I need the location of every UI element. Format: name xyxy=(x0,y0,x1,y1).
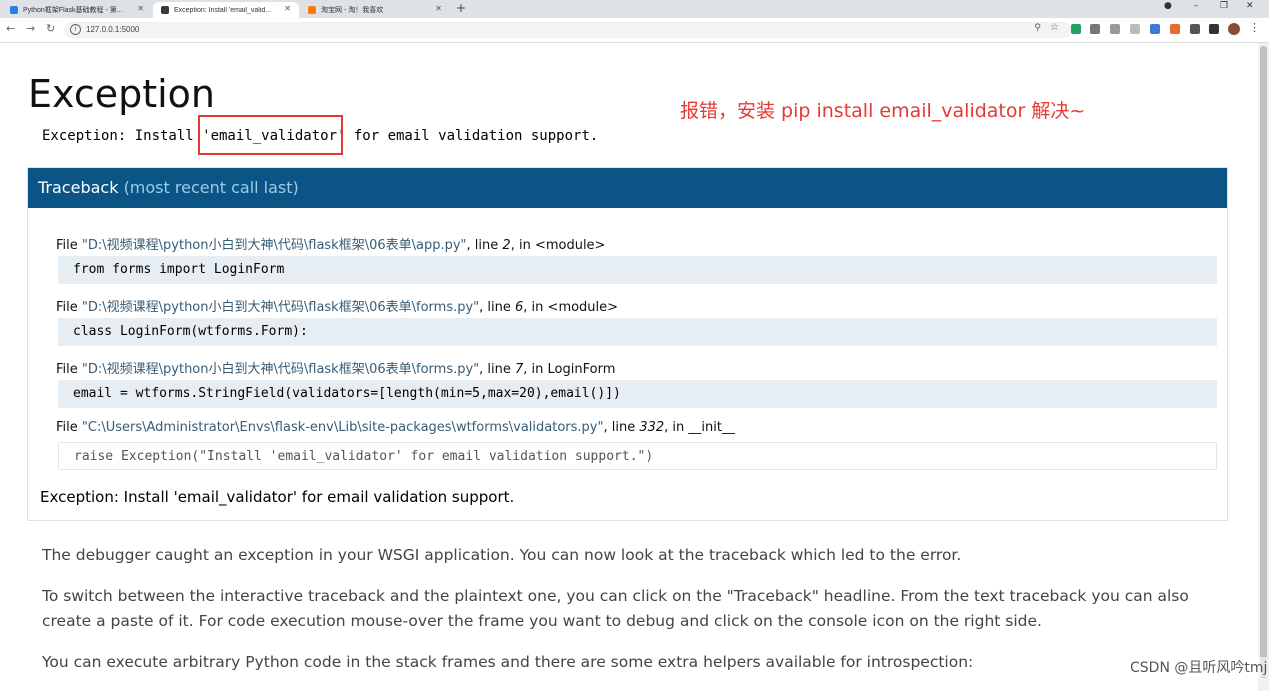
frame-code[interactable]: email = wtforms.StringField(validators=[… xyxy=(58,380,1217,408)
frame-code[interactable]: raise Exception("Install 'email_validato… xyxy=(58,442,1217,470)
tab-title: Python框架Flask基础教程 - 第... xyxy=(23,7,123,14)
frame-header: File "D:\视频课程\python小白到大神\代码\flask框架\06表… xyxy=(56,300,619,315)
minimize-button[interactable]: – xyxy=(1194,1,1199,11)
extension-icon[interactable] xyxy=(1110,24,1120,34)
frame-header: File "D:\视频课程\python小白到大神\代码\flask框架\06表… xyxy=(56,362,616,377)
reload-icon[interactable]: ↻ xyxy=(46,22,55,35)
watermark: CSDN @且听风吟tmj xyxy=(1130,657,1268,677)
annotation-note: 报错，安装 pip install email_validator 解决~ xyxy=(680,100,1086,122)
frame-code[interactable]: from forms import LoginForm xyxy=(58,256,1217,284)
extension-icon[interactable] xyxy=(1090,24,1100,34)
frame-code[interactable]: class LoginForm(wtforms.Form): xyxy=(58,318,1217,346)
close-window-button[interactable]: ✕ xyxy=(1246,1,1254,11)
profile-dot-icon[interactable]: ● xyxy=(1164,1,1172,11)
frame-function: __init__ xyxy=(688,420,735,435)
maximize-button[interactable]: ❐ xyxy=(1220,1,1228,11)
frame-filename: "D:\视频课程\python小白到大神\代码\flask框架\06表单\app… xyxy=(81,238,467,253)
frame-function: <module> xyxy=(534,238,606,253)
close-tab-icon[interactable]: ✕ xyxy=(284,4,291,13)
url-text[interactable]: 127.0.0.1:5000 xyxy=(86,25,139,34)
frame-header: File "D:\视频课程\python小白到大神\代码\flask框架\06表… xyxy=(56,238,606,253)
tab-flask-tutorial[interactable]: Python框架Flask基础教程 - 第... ✕ xyxy=(2,2,152,18)
avatar[interactable] xyxy=(1228,23,1240,35)
explanation-paragraph: To switch between the interactive traceb… xyxy=(42,587,1189,630)
frame-line: 6 xyxy=(515,300,524,315)
scrollbar-thumb[interactable] xyxy=(1260,46,1267,678)
page-content: Exception Exception: Install 'email_vali… xyxy=(0,43,1258,691)
tab-strip: Python框架Flask基础教程 - 第... ✕ Exception: In… xyxy=(0,0,1269,18)
highlight-box xyxy=(198,115,343,155)
bookmark-star-icon[interactable]: ☆ xyxy=(1050,22,1059,33)
extension-icon[interactable] xyxy=(1150,24,1160,34)
puzzle-extensions-icon[interactable] xyxy=(1209,24,1219,34)
traceback-heading[interactable]: Traceback xyxy=(38,178,118,197)
traceback-panel: Traceback (most recent call last) File "… xyxy=(27,167,1228,521)
back-arrow-icon[interactable]: ← xyxy=(6,22,15,35)
tab-title: 淘宝网 - 淘！我喜欢 xyxy=(321,7,384,14)
final-exception: Exception: Install 'email_validator' for… xyxy=(40,488,515,506)
extension-icon[interactable] xyxy=(1130,24,1140,34)
page-title: Exception xyxy=(28,72,216,116)
frame-filename: "D:\视频课程\python小白到大神\代码\flask框架\06表单\for… xyxy=(81,300,480,315)
tab-favicon-icon xyxy=(10,6,18,14)
traceback-headline[interactable]: Traceback (most recent call last) xyxy=(28,168,1227,208)
forward-arrow-icon[interactable]: → xyxy=(26,22,35,35)
shield-extension-icon[interactable] xyxy=(1071,24,1081,34)
extension-icon[interactable] xyxy=(1190,24,1200,34)
close-tab-icon[interactable]: ✕ xyxy=(137,4,144,13)
site-info-icon[interactable]: i xyxy=(70,24,81,35)
explanation-paragraph: The debugger caught an exception in your… xyxy=(42,546,962,564)
tab-exception[interactable]: Exception: Install 'email_valid... ✕ xyxy=(153,2,299,18)
frame-function: LoginForm xyxy=(547,362,616,377)
frame-line: 7 xyxy=(515,362,524,377)
tab-title: Exception: Install 'email_valid... xyxy=(174,6,272,14)
explanation-paragraph: You can execute arbitrary Python code in… xyxy=(42,653,974,671)
extension-icon[interactable] xyxy=(1170,24,1180,34)
frame-header: File "C:\Users\Administrator\Envs\flask-… xyxy=(56,420,735,435)
address-bar[interactable]: i 127.0.0.1:5000 ⚲ ☆ xyxy=(64,22,1071,38)
frame-line: 2 xyxy=(502,238,511,253)
tab-favicon-icon xyxy=(161,6,169,14)
frame-filename: "C:\Users\Administrator\Envs\flask-env\L… xyxy=(81,420,604,435)
traceback-subheading: (most recent call last) xyxy=(123,178,299,197)
frame-function: <module> xyxy=(547,300,619,315)
tab-favicon-icon xyxy=(308,6,316,14)
tab-taobao[interactable]: 淘宝网 - 淘！我喜欢 ✕ xyxy=(300,2,450,18)
more-menu-icon[interactable]: ⋮ xyxy=(1249,21,1260,34)
frame-line: 332 xyxy=(639,420,665,435)
frame-filename: "D:\视频课程\python小白到大神\代码\flask框架\06表单\for… xyxy=(81,362,480,377)
new-tab-button[interactable]: + xyxy=(456,1,466,15)
close-tab-icon[interactable]: ✕ xyxy=(435,4,442,13)
zoom-icon[interactable]: ⚲ xyxy=(1034,23,1041,33)
